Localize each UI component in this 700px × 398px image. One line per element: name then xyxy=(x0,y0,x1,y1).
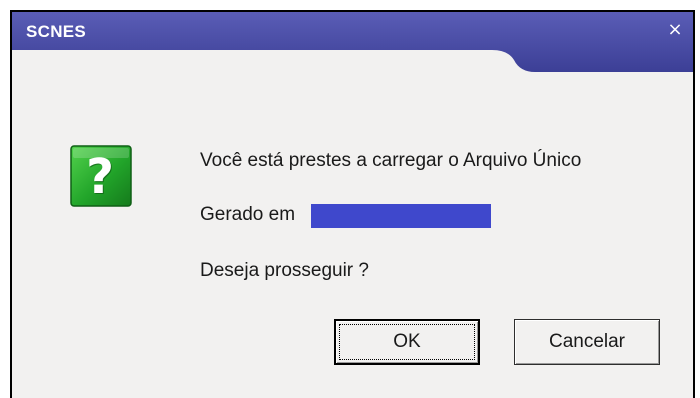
confirm-dialog: SCNES × ? ? Você está prestes a carregar… xyxy=(10,10,695,398)
title-bar[interactable]: SCNES × xyxy=(12,12,693,74)
redacted-date-block xyxy=(311,204,491,228)
message-line-3: Deseja prosseguir ? xyxy=(200,260,369,281)
title-bar-background xyxy=(12,12,693,72)
cancel-button[interactable]: Cancelar xyxy=(514,319,660,365)
question-icon: ? ? xyxy=(70,145,132,207)
message-line-2-label: Gerado em xyxy=(200,204,296,225)
close-button[interactable]: × xyxy=(663,18,687,42)
svg-text:?: ? xyxy=(86,149,114,205)
ok-button-label: OK xyxy=(393,331,421,352)
ok-button[interactable]: OK xyxy=(334,319,480,365)
message-line-1: Você está prestes a carregar o Arquivo Ú… xyxy=(200,150,582,171)
window-title: SCNES xyxy=(26,22,87,41)
